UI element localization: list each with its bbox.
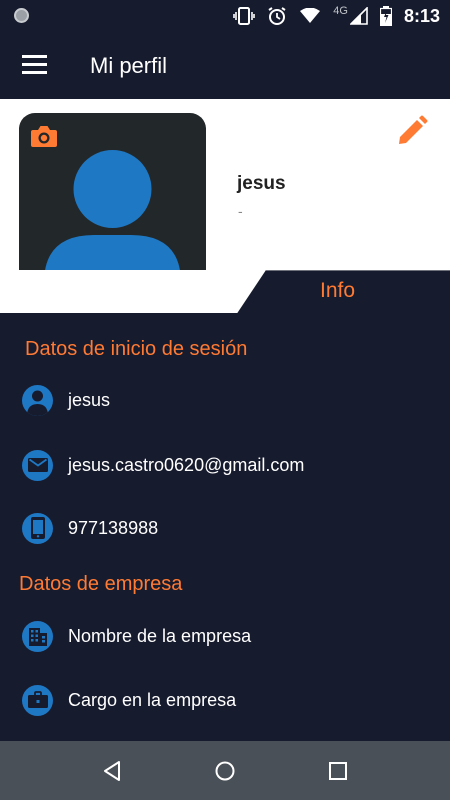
phone-value: 977138988 — [68, 517, 159, 538]
user-icon — [22, 384, 53, 416]
briefcase-icon — [22, 684, 53, 716]
tab-bar: Info — [0, 270, 450, 315]
email-value: jesus.castro0620@gmail.com — [68, 454, 305, 475]
tab-info[interactable]: Info — [270, 279, 405, 303]
status-bar: 4G 8:13 — [0, 0, 450, 32]
home-icon[interactable] — [214, 760, 236, 787]
info-row-phone: 977138988 — [22, 511, 158, 545]
network-type-label: 4G — [333, 5, 348, 17]
login-section-title: Datos de inicio de sesión — [25, 338, 248, 360]
profile-subtitle: - — [238, 203, 243, 219]
clock: 8:13 — [403, 5, 440, 26]
info-row-company-role: Cargo en la empresa — [22, 683, 236, 717]
notification-dot-icon — [14, 8, 29, 23]
profile-name: jesus — [237, 173, 286, 194]
page-title: Mi perfil — [90, 53, 168, 78]
battery-charging-icon — [379, 6, 392, 26]
back-icon[interactable] — [101, 760, 123, 787]
info-row-company-name: Nombre de la empresa — [22, 619, 251, 653]
info-row-username: jesus — [22, 383, 110, 417]
app-bar: Mi perfil — [0, 32, 450, 99]
company-section-title: Datos de empresa — [19, 573, 183, 595]
system-nav-bar — [0, 741, 450, 800]
wifi-icon — [300, 8, 321, 23]
hamburger-menu-icon[interactable] — [22, 54, 48, 76]
camera-icon[interactable] — [30, 124, 58, 153]
company-role-value: Cargo en la empresa — [68, 689, 237, 710]
phone-icon — [22, 512, 53, 544]
email-icon — [22, 449, 53, 481]
recents-icon[interactable] — [327, 760, 349, 787]
company-name-value: Nombre de la empresa — [68, 625, 252, 646]
status-icons: 4G 8:13 — [233, 0, 450, 32]
signal-icon — [349, 7, 368, 25]
pencil-icon[interactable] — [396, 115, 428, 152]
vibrate-icon — [233, 7, 256, 25]
username-value: jesus — [68, 389, 111, 410]
info-row-email: jesus.castro0620@gmail.com — [22, 448, 304, 482]
alarm-icon — [268, 7, 286, 25]
building-icon — [22, 620, 53, 652]
